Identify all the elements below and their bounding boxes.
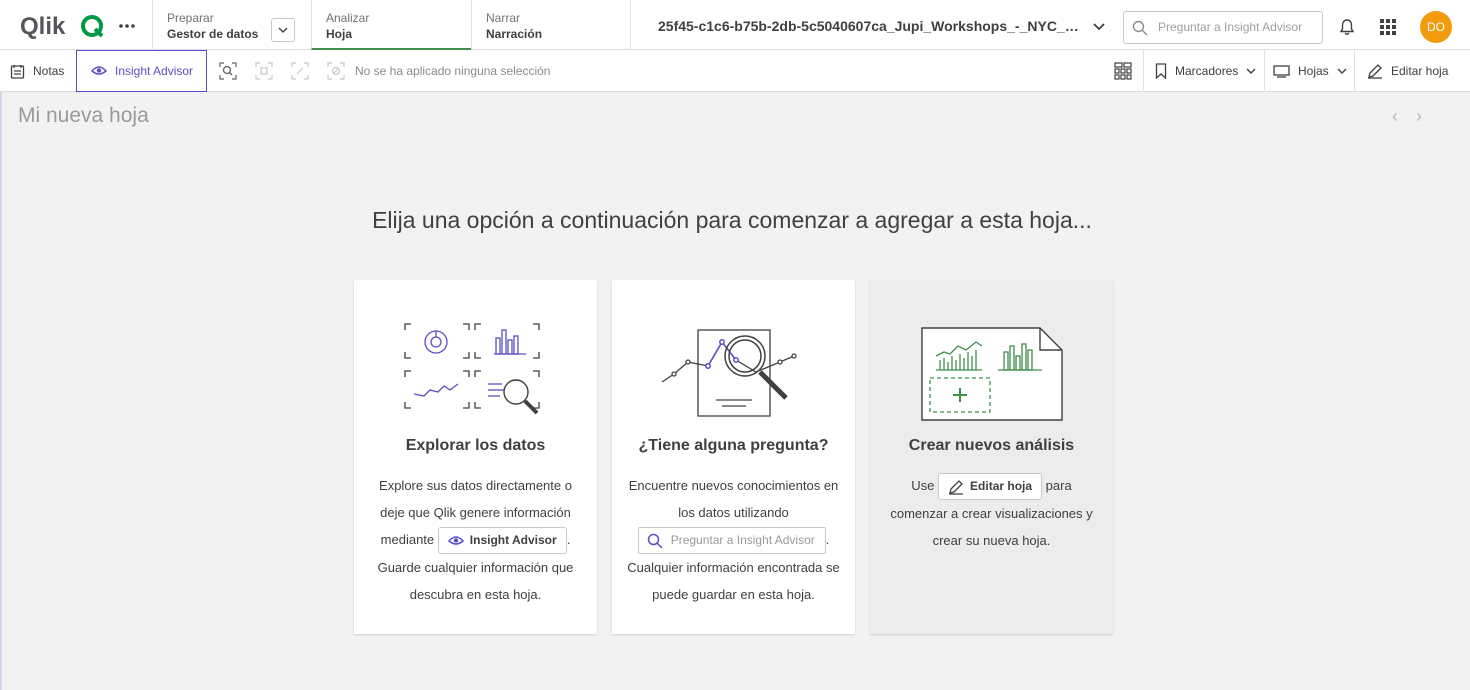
explore-card-text: Explore sus datos directamente o deje qu… — [368, 472, 583, 608]
insight-search-box[interactable] — [1123, 11, 1323, 44]
notes-label: Notas — [33, 64, 65, 78]
step-forward-icon[interactable] — [291, 62, 309, 80]
bookmarks-label: Marcadores — [1175, 64, 1239, 78]
insight-advisor-label: Insight Advisor — [115, 64, 194, 78]
create-text-1: Use — [911, 478, 935, 493]
create-analysis-illustration — [921, 327, 1063, 421]
top-navigation-bar: Qlik Preparar Gestor de datos Analizar H… — [0, 0, 1470, 50]
search-icon — [647, 533, 663, 549]
app-title[interactable]: 25f45-c1c6-b75b-2db-5c5040607ca_Jupi_Wor… — [658, 18, 1083, 34]
question-card-text: Encuentre nuevos conocimientos en los da… — [626, 472, 841, 608]
bookmarks-button[interactable]: Marcadores — [1155, 50, 1256, 92]
toolbar-divider — [1354, 50, 1355, 92]
svg-text:Qlik: Qlik — [20, 13, 66, 40]
selection-status: No se ha aplicado ninguna selección — [355, 64, 551, 78]
sheet-navigation: ‹ › — [1392, 106, 1422, 127]
question-text-1: Encuentre nuevos conocimientos en los da… — [628, 478, 839, 520]
insight-advisor-inline-button[interactable]: Insight Advisor — [437, 527, 567, 555]
toolbar-divider — [1264, 50, 1265, 92]
explore-card-title: Explorar los datos — [405, 437, 546, 454]
tab-narrate-label: Narrar — [486, 11, 521, 25]
question-card-title: ¿Tiene alguna pregunta? — [638, 437, 829, 454]
notifications-bell-icon[interactable] — [1338, 18, 1356, 36]
avatar[interactable]: DO — [1420, 11, 1452, 43]
more-options-icon[interactable] — [115, 14, 139, 38]
sheet-title: Mi nueva hoja — [18, 104, 149, 127]
edit-sheet-inline-label: Editar hoja — [970, 479, 1033, 494]
explore-data-card: Explorar los datos Explore sus datos dir… — [354, 280, 597, 634]
create-card-text: Use Editar hoja para comenzar a crear vi… — [884, 472, 1099, 554]
create-card-title: Crear nuevos análisis — [908, 437, 1075, 454]
sheets-icon — [1273, 64, 1290, 78]
create-analysis-card: Crear nuevos análisis Use Editar hoja pa… — [870, 280, 1113, 634]
insight-advisor-button[interactable]: Insight Advisor — [76, 50, 207, 92]
question-illustration — [661, 329, 797, 417]
tab-analyze-sub: Hoja — [326, 27, 353, 41]
toolbar-divider — [1143, 50, 1144, 92]
previous-sheet-icon[interactable]: ‹ — [1392, 106, 1398, 127]
pencil-icon — [1368, 64, 1382, 79]
notes-icon — [10, 64, 25, 79]
step-back-icon[interactable] — [255, 62, 273, 80]
explore-data-illustration — [404, 323, 540, 415]
chevron-down-icon — [1337, 68, 1347, 74]
empty-sheet-headline: Elija una opción a continuación para com… — [372, 207, 1092, 233]
window-edge — [0, 92, 2, 690]
chevron-down-icon — [1246, 68, 1256, 74]
sheets-label: Hojas — [1298, 64, 1329, 78]
chevron-down-icon[interactable] — [1090, 18, 1108, 36]
insight-advisor-inline-label: Insight Advisor — [469, 533, 557, 548]
edit-sheet-label: Editar hoja — [1391, 64, 1449, 78]
edit-sheet-button[interactable]: Editar hoja — [1367, 50, 1448, 92]
tab-analyze[interactable]: Analizar Hoja — [311, 0, 471, 50]
smart-search-icon[interactable] — [219, 62, 237, 80]
bookmark-icon — [1155, 63, 1167, 79]
chevron-down-icon — [278, 27, 288, 33]
tab-narrate-sub: Narración — [486, 27, 543, 41]
tab-analyze-label: Analizar — [326, 11, 370, 25]
next-sheet-icon[interactable]: › — [1416, 106, 1422, 127]
insight-inline-search[interactable]: Preguntar a Insight Advisor — [637, 527, 826, 555]
insight-eye-icon — [91, 66, 107, 75]
insight-search-input[interactable] — [1158, 20, 1318, 34]
tab-narrate[interactable]: Narrar Narración — [471, 0, 631, 50]
sheet-grid-icon[interactable] — [1114, 62, 1132, 80]
apps-grid-icon[interactable] — [1379, 18, 1397, 36]
search-icon — [1132, 20, 1148, 36]
prepare-dropdown-button[interactable] — [271, 18, 295, 42]
pencil-icon — [949, 479, 964, 495]
qlik-logo[interactable]: Qlik — [20, 12, 104, 40]
question-card: ¿Tiene alguna pregunta? Encuentre nuevos… — [612, 280, 855, 634]
insight-inline-search-placeholder: Preguntar a Insight Advisor — [670, 533, 815, 548]
notes-button[interactable]: Notas — [0, 50, 74, 92]
edit-sheet-inline-button[interactable]: Editar hoja — [938, 473, 1043, 501]
sheet-toolbar: Notas Insight Advisor No se ha aplicado … — [0, 50, 1470, 92]
sheets-button[interactable]: Hojas — [1273, 50, 1347, 92]
insight-eye-icon — [447, 535, 464, 545]
clear-selections-icon[interactable] — [327, 62, 345, 80]
